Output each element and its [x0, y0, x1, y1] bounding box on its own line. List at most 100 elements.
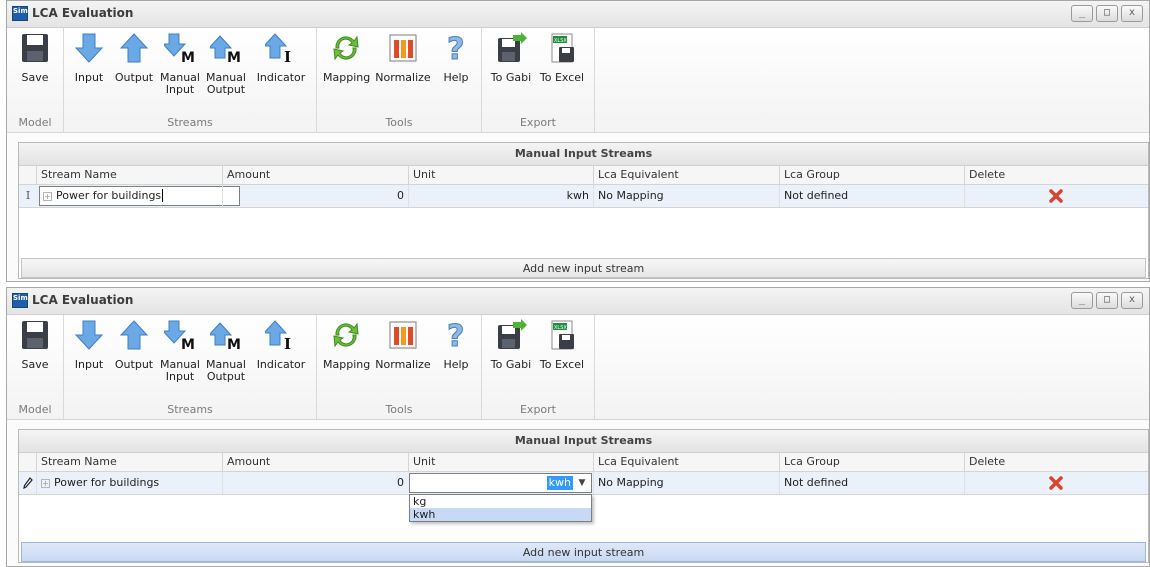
window-title: LCA Evaluation: [32, 293, 134, 307]
save-button[interactable]: Save: [15, 319, 55, 371]
mapping-button[interactable]: Mapping: [323, 319, 371, 371]
column-header-lca-equivalent[interactable]: Lca Equivalent: [593, 166, 779, 184]
column-header-unit[interactable]: Unit: [408, 166, 593, 184]
indicator-button[interactable]: I Indicator: [254, 319, 308, 371]
group-label-streams: Streams: [167, 116, 213, 129]
input-button[interactable]: Input: [70, 32, 108, 84]
unit-option-kwh[interactable]: kwh: [410, 508, 591, 521]
column-header-lca-group[interactable]: Lca Group: [779, 453, 964, 471]
to-excel-button[interactable]: XLSX To Excel: [538, 32, 586, 84]
help-button[interactable]: ? Help: [439, 32, 473, 84]
grid-header: Stream Name Amount Unit Lca Equivalent L…: [19, 453, 1148, 472]
table-row[interactable]: I + Power for buildings​ 0 kwh No Mapping…: [19, 185, 1148, 208]
question-mark-icon: ?: [447, 32, 465, 64]
text-cursor: ​: [162, 189, 164, 202]
save-label: Save: [21, 358, 49, 371]
close-button[interactable]: x: [1121, 5, 1143, 22]
to-excel-button[interactable]: XLSX To Excel: [538, 319, 586, 371]
output-button[interactable]: Output: [114, 319, 154, 371]
expand-icon[interactable]: +: [41, 478, 50, 488]
input-label: Input: [74, 358, 104, 371]
save-button[interactable]: Save: [15, 32, 55, 84]
minimize-button[interactable]: _: [1071, 5, 1093, 22]
refresh-arrows-icon: [333, 322, 359, 348]
minimize-button[interactable]: _: [1071, 292, 1093, 309]
group-label-export: Export: [519, 116, 556, 129]
maximize-button[interactable]: □: [1096, 5, 1118, 22]
unit-option-kg[interactable]: kg: [410, 495, 591, 508]
svg-text:I: I: [284, 335, 291, 351]
ribbon-toolbar: Save Model Input Output M Manual Input M…: [7, 28, 1149, 133]
column-header-lca-equivalent[interactable]: Lca Equivalent: [593, 453, 779, 471]
column-header-delete[interactable]: Delete: [964, 166, 1148, 184]
svg-text:M: M: [181, 50, 195, 64]
delete-icon[interactable]: [1049, 189, 1063, 203]
group-label-model: Model: [18, 403, 52, 416]
bar-chart-icon: [389, 321, 417, 349]
add-new-input-stream-button[interactable]: Add new input stream: [21, 542, 1146, 562]
unit-dropdown[interactable]: kwh ▼: [409, 473, 592, 493]
manual-output-button[interactable]: M Manual Output: [204, 32, 248, 96]
lca-equivalent-cell[interactable]: No Mapping: [593, 185, 779, 207]
manual-input-button[interactable]: M Manual Input: [160, 319, 200, 383]
column-header-amount[interactable]: Amount: [222, 166, 408, 184]
stream-name-cell[interactable]: + Power for buildings: [36, 472, 222, 494]
svg-text:XLSX: XLSX: [554, 325, 567, 331]
delete-icon[interactable]: [1049, 476, 1063, 490]
column-header-delete[interactable]: Delete: [964, 453, 1148, 471]
add-new-input-stream-button[interactable]: Add new input stream: [21, 258, 1146, 278]
arrow-up-icon: [119, 320, 149, 350]
unit-cell[interactable]: kwh: [408, 185, 593, 207]
to-gabi-button[interactable]: To Gabi: [488, 32, 534, 84]
indicator-button[interactable]: I Indicator: [254, 32, 308, 84]
manual-input-button[interactable]: M Manual Input: [160, 32, 200, 96]
manual-output-label-2: Output: [206, 83, 246, 96]
close-button[interactable]: x: [1121, 292, 1143, 309]
table-row[interactable]: + Power for buildings 0 kwh ▼ No Mapping …: [19, 472, 1148, 495]
svg-text:M: M: [227, 50, 241, 64]
normalize-button[interactable]: Normalize: [375, 319, 431, 371]
to-excel-label: To Excel: [539, 358, 585, 371]
arrow-down-icon: [74, 320, 104, 350]
grid-header: Stream Name Amount Unit Lca Equivalent L…: [19, 166, 1148, 185]
stream-name-value: Power for buildings: [54, 476, 160, 489]
ribbon-group-tools: Mapping Normalize ? Help Tools: [317, 28, 482, 132]
help-button[interactable]: ? Help: [439, 319, 473, 371]
lca-evaluation-window: Sim LCA Evaluation _ □ x Save Model Inpu…: [6, 0, 1150, 282]
grid-caption: Manual Input Streams: [19, 143, 1148, 166]
manual-output-icon: M: [210, 35, 241, 64]
grid-caption: Manual Input Streams: [19, 430, 1148, 453]
to-gabi-button[interactable]: To Gabi: [488, 319, 534, 371]
column-header-stream-name[interactable]: Stream Name: [36, 166, 222, 184]
output-button[interactable]: Output: [114, 32, 154, 84]
amount-cell[interactable]: 0: [222, 185, 408, 207]
column-header-stream-name[interactable]: Stream Name: [36, 453, 222, 471]
input-button[interactable]: Input: [70, 319, 108, 371]
ribbon-group-export: To Gabi XLSX To Excel Export: [482, 28, 595, 132]
maximize-button[interactable]: □: [1096, 292, 1118, 309]
expand-icon[interactable]: +: [43, 191, 52, 201]
manual-output-button[interactable]: M Manual Output: [204, 319, 248, 383]
lca-evaluation-window: Sim LCA Evaluation _ □ x Save Model Inpu…: [6, 287, 1150, 567]
ribbon-group-model: Save Model: [7, 28, 64, 132]
dropdown-arrow-icon[interactable]: ▼: [575, 476, 589, 490]
save-export-icon: [498, 319, 527, 349]
lca-group-cell[interactable]: Not defined: [779, 472, 964, 494]
amount-cell[interactable]: 0: [222, 472, 408, 494]
column-header-amount[interactable]: Amount: [222, 453, 408, 471]
ribbon-group-tools: Mapping Normalize ? Help Tools: [317, 315, 482, 419]
column-header-lca-group[interactable]: Lca Group: [779, 166, 964, 184]
svg-text:M: M: [227, 337, 241, 351]
app-icon: Sim: [12, 293, 28, 308]
svg-text:?: ?: [447, 319, 464, 351]
window-title: LCA Evaluation: [32, 6, 134, 20]
mapping-label: Mapping: [323, 358, 371, 371]
stream-name-input[interactable]: + Power for buildings​: [39, 186, 240, 206]
normalize-button[interactable]: Normalize: [375, 32, 431, 84]
svg-text:XLSX: XLSX: [554, 38, 567, 44]
column-header-unit[interactable]: Unit: [408, 453, 593, 471]
mapping-button[interactable]: Mapping: [323, 32, 370, 84]
lca-group-cell[interactable]: Not defined: [779, 185, 964, 207]
save-label: Save: [21, 71, 49, 84]
lca-equivalent-cell[interactable]: No Mapping: [593, 472, 779, 494]
